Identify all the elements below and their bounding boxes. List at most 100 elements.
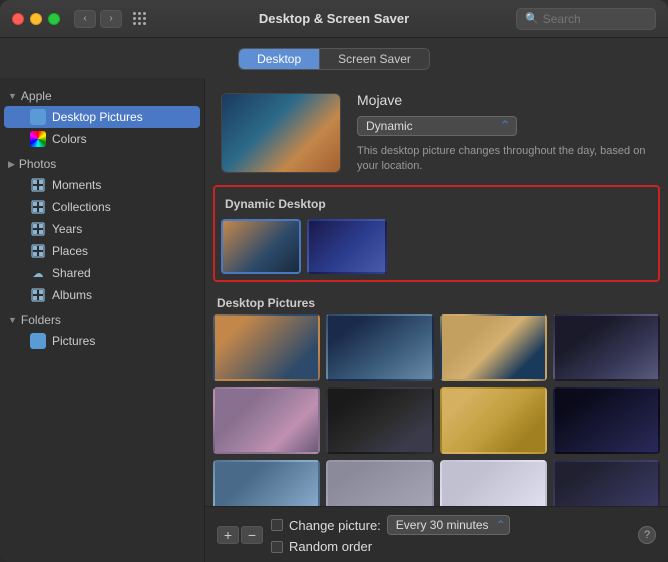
- preview-thumbnail: [221, 93, 341, 173]
- arrow-down-folders-icon: ▼: [8, 315, 17, 325]
- tabs-row: Desktop Screen Saver: [0, 38, 668, 78]
- close-button[interactable]: [12, 13, 24, 25]
- sidebar-item-years[interactable]: Years: [4, 218, 200, 240]
- grid-icon: [133, 12, 146, 25]
- desktop-thumb-5[interactable]: [213, 387, 320, 454]
- sidebar-places-label: Places: [52, 244, 88, 258]
- bottom-main: Change picture: Every 5 seconds Every mi…: [263, 515, 638, 554]
- desktop-thumb-7[interactable]: [440, 387, 547, 454]
- preview-info: Mojave Dynamic Light (Still) Dark (Still…: [357, 92, 652, 175]
- sidebar-albums-label: Albums: [52, 288, 92, 302]
- change-picture-checkbox[interactable]: [271, 519, 283, 531]
- tab-desktop[interactable]: Desktop: [239, 49, 320, 69]
- window-title: Desktop & Screen Saver: [259, 11, 409, 26]
- sidebar-pictures-label: Pictures: [52, 334, 95, 348]
- dynamic-desktop-title: Dynamic Desktop: [221, 197, 652, 215]
- full-bottom: + − Change picture: Every 5 seconds Ever…: [217, 515, 656, 554]
- sidebar-section-folders[interactable]: ▼ Folders: [0, 310, 204, 330]
- titlebar: ‹ › Desktop & Screen Saver 🔍: [0, 0, 668, 38]
- content-area: ▼ Apple Desktop Pictures Colors ▶ Photos: [0, 78, 668, 562]
- colorwheel-icon: [30, 131, 46, 147]
- window: ‹ › Desktop & Screen Saver 🔍 Desktop Scr…: [0, 0, 668, 562]
- sidebar-shared-label: Shared: [52, 266, 91, 280]
- desktop-thumb-9[interactable]: [213, 460, 320, 506]
- help-button[interactable]: ?: [638, 526, 656, 544]
- back-button[interactable]: ‹: [74, 10, 96, 28]
- bottom-bar: + − Change picture: Every 5 seconds Ever…: [205, 506, 668, 562]
- sidebar-years-label: Years: [52, 222, 82, 236]
- dynamic-thumbs: [221, 219, 652, 274]
- traffic-lights: [12, 13, 60, 25]
- desktop-thumb-11[interactable]: [440, 460, 547, 506]
- dropdown-wrapper: Dynamic Light (Still) Dark (Still) ⌃: [357, 116, 517, 136]
- sidebar-section-apple[interactable]: ▼ Apple: [0, 86, 204, 106]
- wallpaper-name: Mojave: [357, 92, 652, 108]
- sidebar-colors-label: Colors: [52, 132, 87, 146]
- search-icon: 🔍: [525, 12, 539, 25]
- sidebar-item-places[interactable]: Places: [4, 240, 200, 262]
- pictures-folder-icon: [30, 333, 46, 349]
- dynamic-dropdown[interactable]: Dynamic Light (Still) Dark (Still): [357, 116, 517, 136]
- desktop-pictures-grid: [213, 314, 660, 506]
- bottom-left-buttons: + −: [217, 526, 263, 544]
- minimize-button[interactable]: [30, 13, 42, 25]
- shared-icon: ☁: [30, 265, 46, 281]
- preview-image: [222, 94, 340, 172]
- arrow-right-icon: ▶: [8, 159, 15, 170]
- years-icon: [30, 221, 46, 237]
- sidebar-item-desktop-pictures[interactable]: Desktop Pictures: [4, 106, 200, 128]
- sidebar-collections-label: Collections: [52, 200, 111, 214]
- desktop-thumb-10[interactable]: [326, 460, 433, 506]
- sidebar-apple-label: Apple: [21, 89, 52, 103]
- tab-screensaver[interactable]: Screen Saver: [320, 49, 429, 69]
- places-icon: [30, 243, 46, 259]
- sidebar-item-collections[interactable]: Collections: [4, 196, 200, 218]
- sidebar-item-colors[interactable]: Colors: [4, 128, 200, 150]
- nav-buttons: ‹ ›: [74, 10, 122, 28]
- forward-button[interactable]: ›: [100, 10, 122, 28]
- albums-icon: [30, 287, 46, 303]
- moments-icon: [30, 177, 46, 193]
- interval-select-wrapper: Every 5 seconds Every minute Every 5 min…: [387, 515, 510, 535]
- dynamic-thumb-1[interactable]: [221, 219, 301, 274]
- desktop-thumb-12[interactable]: [553, 460, 660, 506]
- main-panel: Mojave Dynamic Light (Still) Dark (Still…: [205, 78, 668, 562]
- desktop-thumb-1[interactable]: [213, 314, 320, 381]
- interval-select[interactable]: Every 5 seconds Every minute Every 5 min…: [387, 515, 510, 535]
- folder-icon: [30, 109, 46, 125]
- sidebar-item-shared[interactable]: ☁ Shared: [4, 262, 200, 284]
- preview-description: This desktop picture changes throughout …: [357, 144, 652, 175]
- search-input[interactable]: [543, 12, 647, 26]
- sidebar-item-albums[interactable]: Albums: [4, 284, 200, 306]
- sidebar-item-pictures[interactable]: Pictures: [4, 330, 200, 352]
- change-picture-row: Change picture: Every 5 seconds Every mi…: [271, 515, 638, 535]
- grid-button[interactable]: [128, 10, 150, 28]
- desktop-thumb-3[interactable]: [440, 314, 547, 381]
- random-order-row: Random order: [271, 539, 638, 554]
- maximize-button[interactable]: [48, 13, 60, 25]
- search-box[interactable]: 🔍: [516, 8, 656, 30]
- random-order-checkbox[interactable]: [271, 541, 283, 553]
- sidebar: ▼ Apple Desktop Pictures Colors ▶ Photos: [0, 78, 205, 562]
- remove-folder-button[interactable]: −: [241, 526, 263, 544]
- sidebar-section-photos[interactable]: ▶ Photos: [0, 154, 204, 174]
- desktop-thumb-8[interactable]: [553, 387, 660, 454]
- sidebar-folders-label: Folders: [21, 313, 61, 327]
- bottom-right: ?: [638, 526, 656, 544]
- add-folder-button[interactable]: +: [217, 526, 239, 544]
- collections-icon: [30, 199, 46, 215]
- sidebar-item-moments[interactable]: Moments: [4, 174, 200, 196]
- desktop-pictures-title: Desktop Pictures: [213, 290, 660, 314]
- sidebar-desktop-pictures-label: Desktop Pictures: [52, 110, 143, 124]
- arrow-down-icon: ▼: [8, 91, 17, 101]
- random-order-label: Random order: [289, 539, 372, 554]
- desktop-thumb-6[interactable]: [326, 387, 433, 454]
- dynamic-thumb-2[interactable]: [307, 219, 387, 274]
- desktop-thumb-4[interactable]: [553, 314, 660, 381]
- desktop-thumb-2[interactable]: [326, 314, 433, 381]
- dynamic-desktop-section: Dynamic Desktop: [213, 185, 660, 282]
- dropdown-row: Dynamic Light (Still) Dark (Still) ⌃: [357, 116, 652, 136]
- preview-section: Mojave Dynamic Light (Still) Dark (Still…: [205, 78, 668, 185]
- sidebar-photos-label: Photos: [19, 157, 56, 171]
- grid-area: Dynamic Desktop Desktop Pictures: [205, 185, 668, 506]
